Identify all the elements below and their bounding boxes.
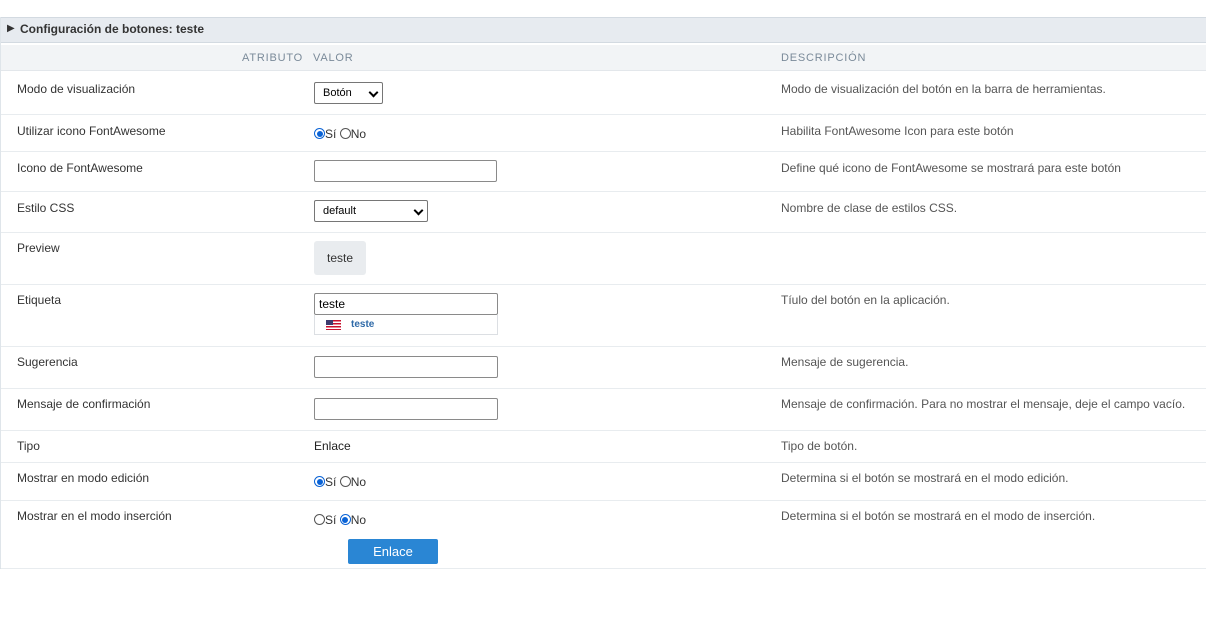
attribute-label: Preview	[17, 241, 60, 255]
us-flag-icon	[326, 320, 341, 330]
row-css-style: Estilo CSS default Nombre de clase de es…	[1, 192, 1206, 233]
attribute-description: Tipo de botón.	[781, 439, 858, 453]
row-label: Etiqueta teste teste Tíulo del botón en …	[1, 285, 1206, 347]
attribute-label: Sugerencia	[17, 355, 78, 369]
language-translation-text: teste	[351, 319, 375, 330]
attribute-description: Mensaje de sugerencia.	[781, 355, 909, 369]
radio-no-label: No	[350, 513, 367, 527]
column-header-attribute: ATRIBUTO	[242, 52, 303, 64]
attribute-description: Tíulo del botón en la aplicación.	[781, 293, 950, 307]
attribute-description: Define qué icono de FontAwesome se mostr…	[781, 161, 1121, 175]
column-header-description: DESCRIPCIÓN	[781, 52, 867, 64]
radio-yes[interactable]	[314, 514, 325, 525]
row-show-edit: Mostrar en modo edición Sí No Determina …	[1, 463, 1206, 501]
attribute-label: Mensaje de confirmación	[17, 397, 151, 411]
radio-no[interactable]	[339, 476, 351, 487]
attribute-label: Estilo CSS	[17, 201, 75, 215]
use-icon-radio-group: Sí No	[314, 127, 366, 141]
attribute-label: Tipo	[17, 439, 40, 453]
hint-input[interactable]	[314, 356, 498, 378]
row-fa-icon: Icono de FontAwesome Define qué icono de…	[1, 152, 1206, 192]
label-input-value: teste	[319, 297, 346, 311]
radio-no-label: No	[350, 475, 367, 489]
confirm-message-input[interactable]	[314, 398, 498, 420]
radio-yes[interactable]	[314, 128, 325, 139]
show-edit-radio-group: Sí No	[314, 475, 366, 489]
chevron-down-icon	[413, 205, 424, 216]
row-preview: Preview teste	[1, 233, 1206, 285]
attribute-description: Habilita FontAwesome Icon para este botó…	[781, 124, 1014, 138]
attribute-description: Determina si el botón se mostrará en el …	[781, 471, 1069, 485]
radio-yes-label: Sí	[325, 475, 337, 489]
attribute-label: Mostrar en modo edición	[17, 471, 150, 485]
row-hint: Sugerencia Mensaje de sugerencia.	[1, 347, 1206, 389]
type-value: Enlace	[314, 439, 351, 453]
display-mode-select[interactable]: Botón	[314, 82, 383, 104]
attribute-description: Nombre de clase de estilos CSS.	[781, 201, 958, 215]
language-translation-box[interactable]: teste	[314, 315, 498, 335]
attribute-label: Icono de FontAwesome	[17, 161, 143, 175]
row-show-insert: Mostrar en el modo inserción Sí No Deter…	[1, 501, 1206, 569]
css-style-select[interactable]: default	[314, 200, 428, 222]
panel-title: Configuración de botones: teste	[20, 22, 205, 36]
attribute-label: Mostrar en el modo inserción	[17, 509, 172, 523]
fa-icon-input[interactable]	[314, 160, 497, 182]
row-type: Tipo Enlace Tipo de botón.	[1, 431, 1206, 463]
radio-no[interactable]	[339, 514, 351, 525]
attribute-label: Etiqueta	[17, 293, 62, 307]
panel-header[interactable]: ▶ Configuración de botones: teste	[1, 17, 1206, 43]
attribute-description: Mensaje de confirmación. Para no mostrar…	[781, 397, 1186, 411]
radio-yes-label: Sí	[325, 513, 337, 527]
display-mode-value: Botón	[323, 87, 352, 99]
label-input[interactable]: teste	[314, 293, 498, 315]
radio-yes-label: Sí	[325, 127, 337, 141]
column-header-value: VALOR	[313, 52, 354, 64]
preview-button[interactable]: teste	[314, 241, 366, 275]
row-use-icon: Utilizar icono FontAwesome Sí No Habilit…	[1, 115, 1206, 152]
chevron-down-icon	[368, 87, 379, 98]
expand-arrow-icon[interactable]: ▶	[7, 23, 15, 34]
button-config-panel: ▶ Configuración de botones: teste ATRIBU…	[0, 17, 1206, 569]
attribute-label: Modo de visualización	[17, 82, 136, 96]
show-insert-radio-group: Sí No	[314, 513, 366, 527]
column-headers: ATRIBUTO VALOR DESCRIPCIÓN	[1, 45, 1206, 71]
radio-no[interactable]	[339, 128, 351, 139]
row-confirm: Mensaje de confirmación Mensaje de confi…	[1, 389, 1206, 431]
attribute-description: Determina si el botón se mostrará en el …	[781, 509, 1096, 523]
radio-yes[interactable]	[314, 476, 325, 487]
radio-no-label: No	[350, 127, 367, 141]
css-style-value: default	[323, 205, 357, 217]
attribute-description: Modo de visualización del botón en la ba…	[781, 82, 1106, 96]
link-submit-button[interactable]: Enlace	[348, 539, 438, 564]
row-display-mode: Modo de visualización Botón Modo de visu…	[1, 72, 1206, 115]
attribute-label: Utilizar icono FontAwesome	[17, 124, 166, 138]
